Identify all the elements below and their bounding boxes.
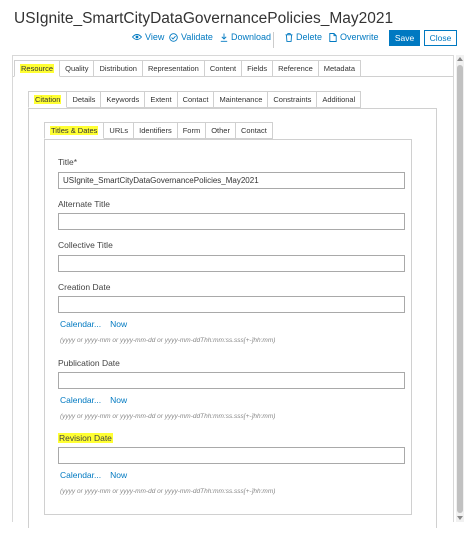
tab-other[interactable]: Other <box>206 122 236 139</box>
publication-calendar-link[interactable]: Calendar... <box>60 395 101 405</box>
citation-tabs: Titles & Dates URLs Identifiers Form Oth… <box>44 122 273 139</box>
creation-date-hint: (yyyy or yyyy-mm or yyyy-mm-dd or yyyy-m… <box>60 337 276 344</box>
title-input[interactable]: USIgnite_SmartCityDataGovernancePolicies… <box>58 172 405 189</box>
tab-contact[interactable]: Contact <box>177 91 215 108</box>
publication-now-link[interactable]: Now <box>110 395 127 405</box>
tab-identifiers[interactable]: Identifiers <box>134 122 178 139</box>
tab-distribution[interactable]: Distribution <box>94 60 143 77</box>
document-icon <box>329 32 337 42</box>
tab-maintenance[interactable]: Maintenance <box>214 91 269 108</box>
creation-now-link[interactable]: Now <box>110 319 127 329</box>
download-icon <box>220 33 228 42</box>
tab-citation[interactable]: Citation <box>28 91 68 108</box>
tab-content[interactable]: Content <box>204 60 243 77</box>
creation-date-links: Calendar... Now <box>60 319 136 329</box>
revision-date-label: Revision Date <box>58 433 113 443</box>
creation-date-input[interactable] <box>58 296 405 313</box>
tab-form[interactable]: Form <box>177 122 207 139</box>
page-title: USIgnite_SmartCityDataGovernancePolicies… <box>14 10 394 27</box>
collective-title-input[interactable] <box>58 255 405 272</box>
alternate-title-label: Alternate Title <box>58 199 110 209</box>
tab-metadata[interactable]: Metadata <box>318 60 362 77</box>
tab-constraints[interactable]: Constraints <box>268 91 318 108</box>
scroll-up-arrow-icon[interactable] <box>457 57 463 61</box>
tab-quality[interactable]: Quality <box>60 60 95 77</box>
scrollbar-thumb[interactable] <box>457 65 463 513</box>
overwrite-button[interactable]: Overwrite <box>329 32 379 42</box>
download-button[interactable]: Download <box>220 32 271 42</box>
toolbar-separator <box>273 32 274 48</box>
tab-additional[interactable]: Additional <box>317 91 362 108</box>
top-tabs: Resource Quality Distribution Representa… <box>14 60 362 77</box>
creation-calendar-link[interactable]: Calendar... <box>60 319 101 329</box>
save-button[interactable]: Save <box>389 30 420 46</box>
tab-details[interactable]: Details <box>67 91 102 108</box>
revision-date-hint: (yyyy or yyyy-mm or yyyy-mm-dd or yyyy-m… <box>60 488 276 495</box>
revision-calendar-link[interactable]: Calendar... <box>60 470 101 480</box>
tab-fields[interactable]: Fields <box>242 60 274 77</box>
tab-citation-contact[interactable]: Contact <box>235 122 273 139</box>
vertical-scrollbar[interactable] <box>456 55 464 522</box>
alternate-title-input[interactable] <box>58 213 405 230</box>
publication-date-links: Calendar... Now <box>60 395 136 405</box>
tab-resource[interactable]: Resource <box>14 60 61 77</box>
publication-date-hint: (yyyy or yyyy-mm or yyyy-mm-dd or yyyy-m… <box>60 413 276 420</box>
delete-button[interactable]: Delete <box>285 32 322 42</box>
resource-tabs: Citation Details Keywords Extent Contact… <box>28 91 362 108</box>
view-button[interactable]: View <box>132 32 164 42</box>
revision-now-link[interactable]: Now <box>110 470 127 480</box>
check-circle-icon <box>169 32 178 42</box>
tab-reference[interactable]: Reference <box>273 60 319 77</box>
eye-icon <box>132 34 142 40</box>
close-button[interactable]: Close <box>424 30 457 46</box>
validate-button[interactable]: Validate <box>169 32 213 42</box>
creation-date-label: Creation Date <box>58 282 111 292</box>
tab-representation[interactable]: Representation <box>142 60 205 77</box>
publication-date-input[interactable] <box>58 372 405 389</box>
tab-keywords[interactable]: Keywords <box>101 91 146 108</box>
revision-date-links: Calendar... Now <box>60 470 136 480</box>
tab-extent[interactable]: Extent <box>145 91 178 108</box>
title-label: Title* <box>58 157 78 167</box>
publication-date-label: Publication Date <box>58 358 120 368</box>
trash-icon <box>285 32 293 42</box>
collective-title-label: Collective Title <box>58 240 113 250</box>
scroll-down-arrow-icon[interactable] <box>457 516 463 520</box>
tab-urls[interactable]: URLs <box>104 122 135 139</box>
revision-date-input[interactable] <box>58 447 405 464</box>
tab-titles-dates[interactable]: Titles & Dates <box>44 122 105 139</box>
